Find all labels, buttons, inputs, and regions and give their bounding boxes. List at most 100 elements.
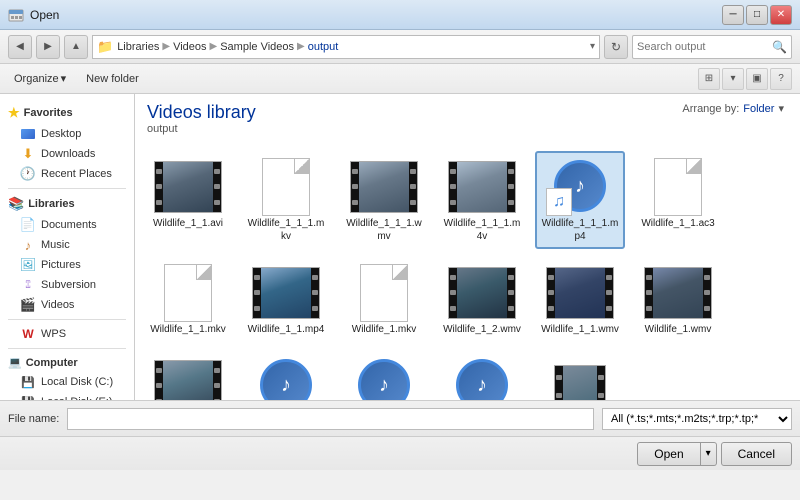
file-thumb [153, 356, 223, 400]
generic-file-icon [164, 264, 212, 322]
cancel-button[interactable]: Cancel [721, 442, 792, 466]
breadcrumb-sample-videos: Sample Videos [220, 41, 294, 53]
file-thumb [643, 263, 713, 323]
file-item-wildlife-avi[interactable]: Wildlife_1_1.avi [143, 151, 233, 249]
file-thumb [447, 157, 517, 217]
help-button[interactable]: ? [770, 68, 792, 90]
sidebar-item-recent-places[interactable]: 🕐 Recent Places [0, 164, 134, 184]
button-bar: Open ▾ Cancel [0, 436, 800, 470]
search-icon: 🔍 [772, 40, 787, 54]
sidebar-computer-section: 💻 Computer 💾 Local Disk (C:) 💾 Local Dis… [0, 353, 134, 400]
view-change-button[interactable]: ⊞ [698, 68, 720, 90]
documents-icon: 📄 [20, 218, 36, 232]
file-item-audio-2[interactable]: ♪ [339, 350, 429, 400]
sidebar-item-music[interactable]: ♪ Music [0, 235, 134, 255]
videos-icon: 🎬 [20, 298, 36, 312]
downloads-icon: ⬇ [20, 147, 36, 161]
video-thumbnail [546, 267, 614, 319]
file-item-wildlife-11-mp4-3[interactable]: Wildlife_1_1.mp4 [143, 350, 233, 400]
sidebar-item-videos[interactable]: 🎬 Videos [0, 295, 134, 315]
file-name: Wildlife_1.mkv [352, 323, 416, 336]
file-item-wildlife-12-wmv[interactable]: Wildlife_1_2.wmv [437, 257, 527, 342]
sidebar-item-wps[interactable]: W WPS [0, 324, 134, 344]
video-thumbnail [154, 161, 222, 213]
file-name: Wildlife_1_1_1.mkv [247, 217, 325, 243]
toolbar: ◀ ▶ ▲ 📁 Libraries ▶ Videos ▶ Sample Vide… [0, 30, 800, 64]
file-thumb: ♪ [251, 356, 321, 400]
filetype-select[interactable]: All (*.ts;*.mts;*.m2ts;*.trp;*.tp;* [602, 408, 792, 430]
maximize-button[interactable]: □ [746, 5, 768, 25]
filename-input[interactable] [67, 408, 594, 430]
file-item-wildlife-m4v[interactable]: Wildlife_1_1_1.m4v [437, 151, 527, 249]
file-thumb [153, 157, 223, 217]
file-name: Wildlife_1_1.wmv [541, 323, 619, 336]
title-bar: Open ─ □ ✕ [0, 0, 800, 30]
video-thumbnail [154, 360, 222, 400]
window-icon [8, 7, 24, 23]
pictures-icon: 🖼 [20, 258, 36, 272]
arrange-dropdown-icon: ▾ [778, 102, 784, 115]
organize-dropdown-icon: ▾ [61, 72, 67, 85]
open-button-wrapper: Open ▾ [637, 442, 716, 466]
refresh-button[interactable]: ↻ [604, 35, 628, 59]
sidebar-item-drive-e[interactable]: 💾 Local Disk (E:) [0, 392, 134, 400]
open-button[interactable]: Open [637, 442, 700, 466]
sidebar-favorites-section: ★ Favorites Desktop ⬇ Downloads 🕐 Recent… [0, 102, 134, 184]
file-thumb: ♪ ♫ [545, 157, 615, 217]
close-button[interactable]: ✕ [770, 5, 792, 25]
preview-button[interactable]: ▣ [746, 68, 768, 90]
address-dropdown-icon[interactable]: ▾ [590, 41, 595, 52]
new-folder-button[interactable]: New folder [80, 71, 145, 87]
sidebar-item-downloads[interactable]: ⬇ Downloads [0, 144, 134, 164]
file-item-wildlife-mkv2[interactable]: Wildlife_1_1.mkv [143, 257, 233, 342]
file-item-wildlife-mkv1[interactable]: Wildlife_1_1_1.mkv [241, 151, 331, 249]
file-item-date-mp4[interactable]: ♪ 2018-09-28 11.17.10.mp4 [241, 350, 331, 400]
sidebar-item-desktop[interactable]: Desktop [0, 124, 134, 144]
divider-2 [8, 319, 126, 320]
sidebar-item-drive-c[interactable]: 💾 Local Disk (C:) [0, 372, 134, 392]
file-item-wildlife-1-wmv[interactable]: Wildlife_1.wmv [633, 257, 723, 342]
library-subtitle: output [147, 123, 788, 135]
video-thumbnail [554, 365, 606, 400]
music-icon: ♪ [20, 238, 36, 252]
divider-3 [8, 348, 126, 349]
sidebar-item-pictures[interactable]: 🖼 Pictures [0, 255, 134, 275]
view-buttons: ⊞ ▾ ▣ ? [698, 68, 792, 90]
file-area: Videos library output Arrange by: Folder… [135, 94, 800, 400]
generic-file-icon [262, 158, 310, 216]
file-item-wildlife-11-wmv[interactable]: Wildlife_1_1.wmv [535, 257, 625, 342]
sidebar-libraries-section: 📚 Libraries 📄 Documents ♪ Music 🖼 Pictur… [0, 193, 134, 315]
open-dropdown-button[interactable]: ▾ [701, 442, 717, 466]
file-name: Wildlife_1_2.wmv [443, 323, 521, 336]
minimize-button[interactable]: ─ [722, 5, 744, 25]
subversion-icon: ⑄ [20, 278, 36, 292]
file-thumb [349, 157, 419, 217]
up-button[interactable]: ▲ [64, 35, 88, 59]
file-thumb [153, 263, 223, 323]
address-bar[interactable]: 📁 Libraries ▶ Videos ▶ Sample Videos ▶ o… [92, 35, 600, 59]
computer-icon: 💻 [8, 356, 22, 369]
drive-c-icon: 💾 [20, 375, 36, 389]
sidebar-item-subversion[interactable]: ⑄ Subversion [0, 275, 134, 295]
view-dropdown-button[interactable]: ▾ [722, 68, 744, 90]
organize-button[interactable]: Organize ▾ [8, 70, 72, 87]
arrange-bar: Arrange by: Folder ▾ [682, 102, 784, 115]
file-item-wildlife-1-mkv[interactable]: Wildlife_1.mkv [339, 257, 429, 342]
sidebar-wps-section: W WPS [0, 324, 134, 344]
forward-button[interactable]: ▶ [36, 35, 60, 59]
sidebar-item-documents[interactable]: 📄 Documents [0, 215, 134, 235]
search-input[interactable] [637, 41, 768, 53]
back-button[interactable]: ◀ [8, 35, 32, 59]
file-item-small-video[interactable] [535, 350, 625, 400]
search-box[interactable]: 🔍 [632, 35, 792, 59]
file-item-wildlife-ac3[interactable]: Wildlife_1_1.ac3 [633, 151, 723, 249]
file-item-wildlife-wmv1[interactable]: Wildlife_1_1_1.wmv [339, 151, 429, 249]
filename-label: File name: [8, 413, 59, 425]
file-item-audio-3[interactable]: ♪ [437, 350, 527, 400]
sidebar-libraries-header: 📚 Libraries [0, 193, 134, 215]
file-item-wildlife-mp4-2[interactable]: Wildlife_1_1.mp4 [241, 257, 331, 342]
arrange-value[interactable]: Folder [743, 103, 774, 115]
file-name: Wildlife_1.wmv [645, 323, 712, 336]
file-item-wildlife-mp4-selected[interactable]: ♪ ♫ Wildlife_1_1_1.mp4 [535, 151, 625, 249]
video-thumbnail [252, 267, 320, 319]
